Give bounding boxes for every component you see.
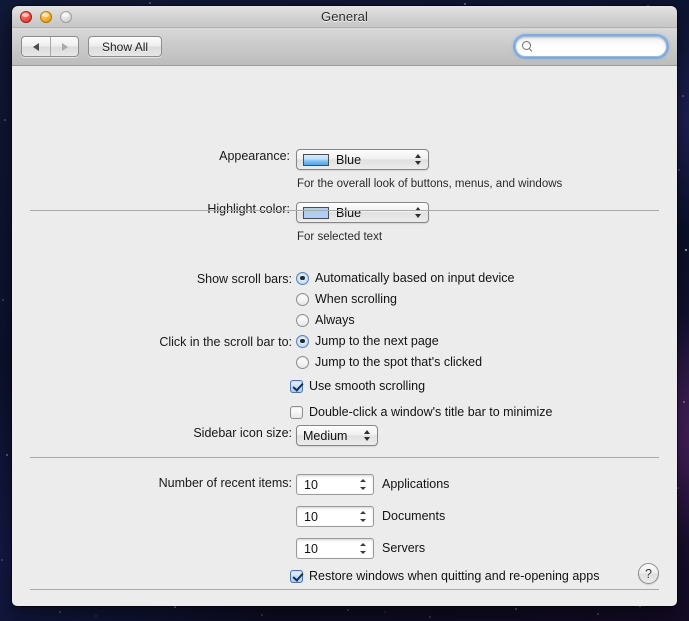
stepper-arrows-icon[interactable] — [357, 476, 370, 493]
appearance-color-swatch — [303, 153, 329, 166]
recent-documents-suffix: Documents — [382, 509, 446, 523]
appearance-popup[interactable]: Blue — [296, 149, 429, 170]
recent-applications-suffix: Applications — [382, 477, 450, 491]
section-separator-2 — [30, 456, 659, 458]
highlight-color-value: Blue — [336, 205, 362, 220]
system-preferences-window: General Show All Appearance: Blue For th… — [12, 6, 677, 606]
checkbox-label: Double-click a window's title bar to min… — [309, 405, 553, 419]
stepper-arrows-icon[interactable] — [357, 540, 370, 557]
checkbox-label: Use smooth scrolling — [309, 379, 426, 393]
recent-documents-value: 10 — [304, 509, 318, 524]
recent-applications-value: 10 — [304, 477, 318, 492]
radio-scroll-automatic[interactable]: Automatically based on input device — [296, 271, 514, 285]
radio-label: Always — [315, 313, 355, 327]
appearance-label: Appearance: — [219, 149, 290, 163]
recent-items-label: Number of recent items: — [158, 476, 292, 490]
show-scroll-bars-label: Show scroll bars: — [196, 272, 292, 286]
preferences-content: Appearance: Blue For the overall look of… — [12, 66, 677, 606]
sidebar-icon-size-popup[interactable]: Medium — [296, 425, 378, 446]
search-input[interactable] — [537, 40, 663, 53]
radio-label: Jump to the spot that's clicked — [315, 355, 483, 369]
radio-jump-to-spot[interactable]: Jump to the spot that's clicked — [296, 355, 482, 369]
checkbox-label: Restore windows when quitting and re-ope… — [309, 569, 600, 583]
section-separator-3 — [30, 588, 659, 590]
highlight-color-popup[interactable]: Blue — [296, 202, 429, 223]
chevron-right-icon — [61, 42, 68, 51]
help-button[interactable]: ? — [638, 563, 659, 584]
radio-icon — [296, 334, 309, 348]
section-separator-1 — [30, 209, 659, 211]
updown-arrows-icon — [362, 428, 373, 443]
radio-icon — [296, 271, 309, 285]
sidebar-icon-size-value: Medium — [303, 428, 348, 443]
recent-documents-stepper[interactable]: 10 — [296, 506, 374, 527]
checkbox-restore-windows[interactable]: Restore windows when quitting and re-ope… — [290, 569, 599, 583]
window-titlebar: General — [12, 6, 677, 28]
highlight-helper-text: For selected text — [297, 231, 383, 243]
highlight-color-swatch — [303, 206, 329, 219]
appearance-value: Blue — [336, 152, 362, 167]
navigation-buttons — [21, 36, 79, 57]
checkbox-icon — [290, 405, 303, 419]
back-button[interactable] — [22, 37, 50, 56]
forward-button — [50, 37, 78, 56]
search-field[interactable] — [515, 36, 667, 57]
radio-icon — [296, 355, 309, 369]
radio-icon — [296, 313, 309, 327]
radio-icon — [296, 292, 309, 306]
recent-servers-stepper[interactable]: 10 — [296, 538, 374, 559]
checkbox-icon — [290, 379, 303, 393]
radio-label: Automatically based on input device — [315, 271, 515, 285]
radio-label: Jump to the next page — [315, 334, 439, 348]
updown-arrows-icon — [413, 205, 424, 220]
window-title: General — [321, 9, 368, 24]
click-scroll-bar-label: Click in the scroll bar to: — [159, 335, 292, 349]
checkbox-double-click-minimize[interactable]: Double-click a window's title bar to min… — [290, 405, 552, 419]
stepper-arrows-icon[interactable] — [357, 508, 370, 525]
sidebar-icon-size-label: Sidebar icon size: — [193, 426, 292, 440]
recent-applications-stepper[interactable]: 10 — [296, 474, 374, 495]
radio-scroll-when-scrolling[interactable]: When scrolling — [296, 292, 397, 306]
checkbox-icon — [290, 569, 303, 583]
updown-arrows-icon — [413, 152, 424, 167]
checkbox-use-smooth-scrolling[interactable]: Use smooth scrolling — [290, 379, 425, 393]
show-all-button[interactable]: Show All — [88, 36, 163, 57]
chevron-left-icon — [33, 42, 39, 51]
search-icon — [522, 41, 533, 52]
radio-jump-next-page[interactable]: Jump to the next page — [296, 334, 439, 348]
radio-label: When scrolling — [315, 292, 397, 306]
toolbar: Show All — [12, 28, 677, 66]
radio-scroll-always[interactable]: Always — [296, 313, 355, 327]
recent-servers-value: 10 — [304, 541, 318, 556]
appearance-helper-text: For the overall look of buttons, menus, … — [297, 178, 563, 190]
recent-servers-suffix: Servers — [382, 541, 426, 555]
